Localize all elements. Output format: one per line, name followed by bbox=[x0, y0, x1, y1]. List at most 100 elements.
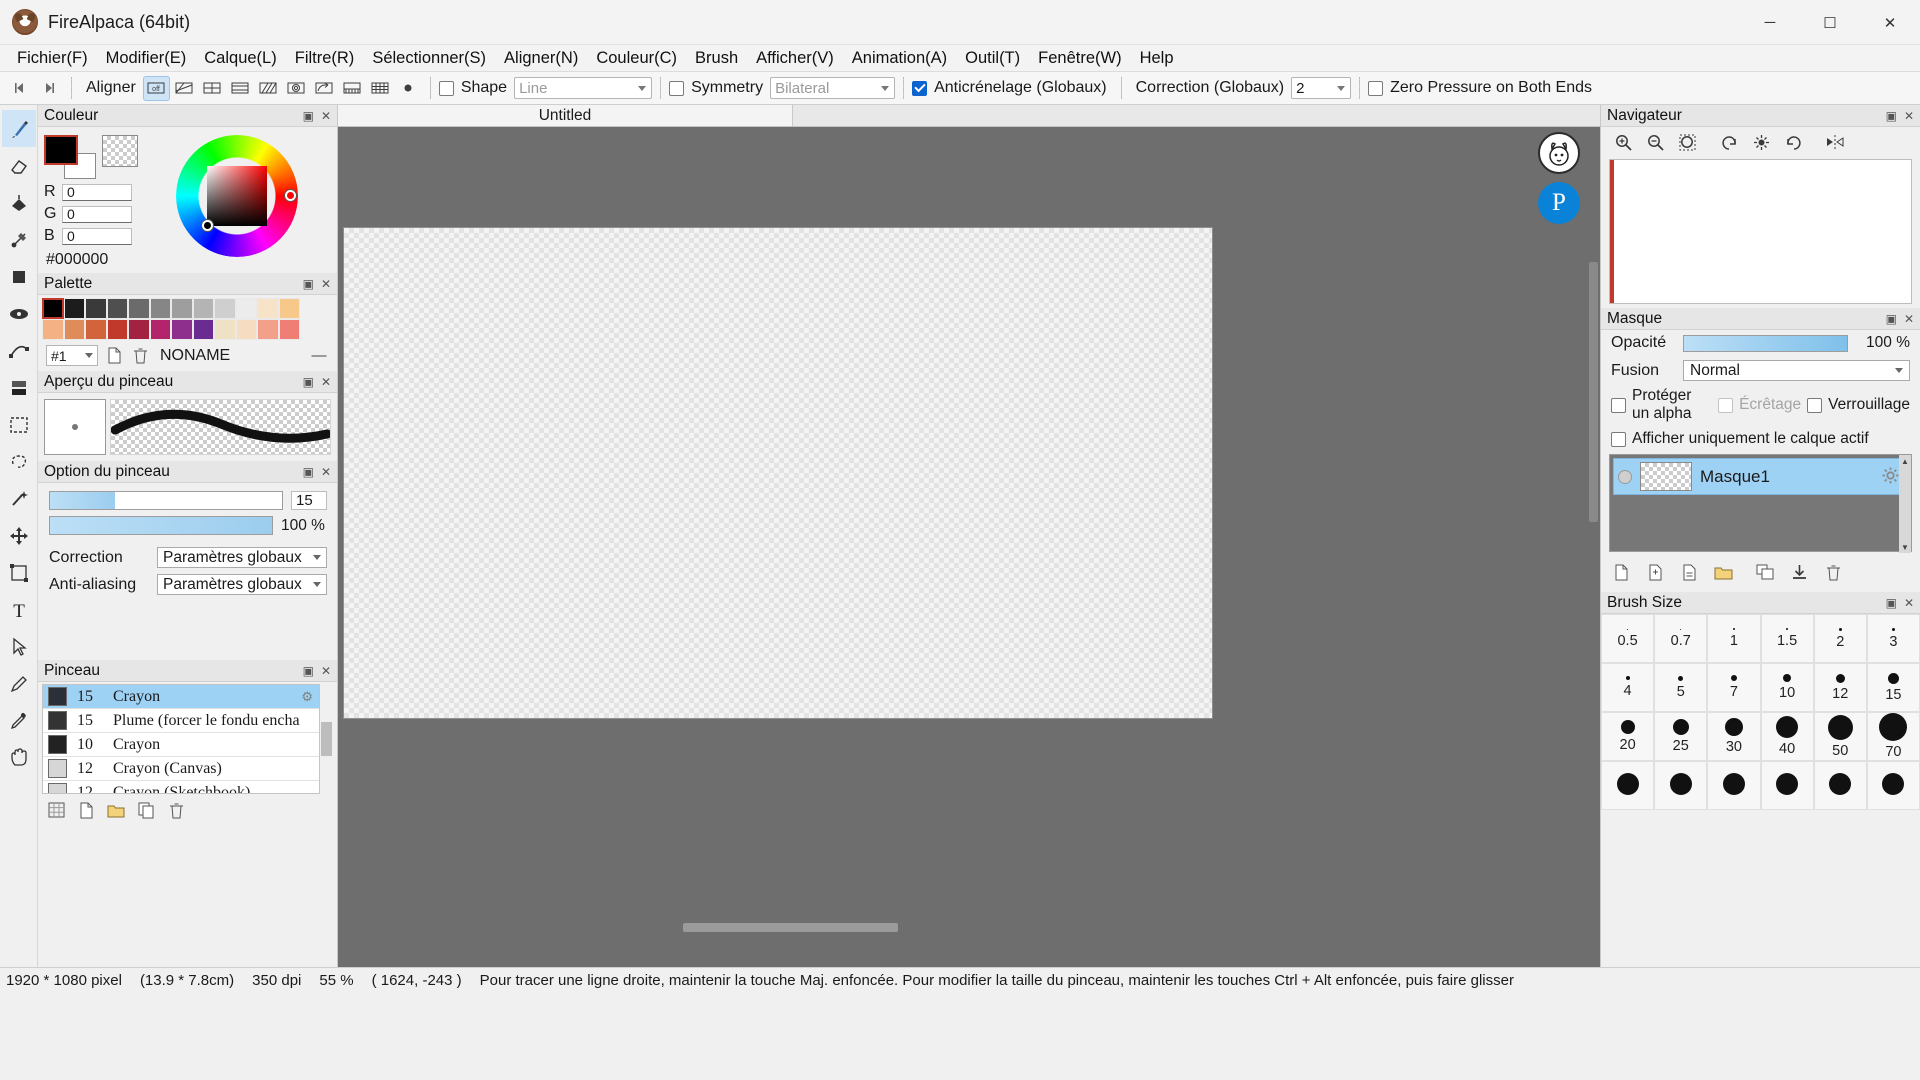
bucket-tool[interactable] bbox=[2, 258, 36, 295]
panel-close-icon[interactable]: ✕ bbox=[321, 664, 331, 678]
gradient-tool[interactable] bbox=[2, 221, 36, 258]
mask-opacity-slider[interactable] bbox=[1683, 334, 1848, 352]
palette-swatch[interactable] bbox=[278, 319, 300, 340]
palette-swatch[interactable] bbox=[235, 298, 257, 319]
lock-checkbox[interactable] bbox=[1807, 397, 1823, 413]
hand-tool[interactable] bbox=[2, 739, 36, 776]
canvas-document[interactable] bbox=[343, 227, 1213, 719]
bezier-tool[interactable] bbox=[2, 332, 36, 369]
document-tab[interactable]: Untitled bbox=[338, 105, 793, 126]
panel-float-icon[interactable]: ▣ bbox=[303, 277, 314, 291]
menu-calque[interactable]: Calque(L) bbox=[195, 46, 285, 71]
move-tool[interactable] bbox=[2, 517, 36, 554]
brush-list-item[interactable]: 12 Crayon (Canvas) bbox=[43, 757, 319, 781]
align-hatch-icon[interactable] bbox=[255, 76, 282, 101]
canvas-stage[interactable]: P bbox=[338, 127, 1600, 939]
panel-float-icon[interactable]: ▣ bbox=[303, 664, 314, 678]
show-active-only-checkbox[interactable] bbox=[1611, 431, 1626, 447]
palette-swatch[interactable] bbox=[149, 298, 171, 319]
flip-icon[interactable] bbox=[1825, 132, 1845, 152]
palette-swatch[interactable] bbox=[192, 298, 214, 319]
brush-size-cell[interactable]: 12 bbox=[1813, 663, 1867, 712]
brush-size-cell[interactable]: 7 bbox=[1707, 663, 1761, 712]
palette-swatch[interactable] bbox=[214, 298, 236, 319]
align-diagonal-icon[interactable] bbox=[171, 76, 198, 101]
menu-modifier[interactable]: Modifier(E) bbox=[97, 46, 196, 71]
color-swatches[interactable] bbox=[44, 135, 96, 179]
transparent-color-swatch[interactable] bbox=[102, 135, 138, 167]
scroll-up-icon[interactable]: ▲ bbox=[1899, 455, 1911, 467]
fit-screen-icon[interactable] bbox=[1677, 132, 1697, 152]
palette-swatch[interactable] bbox=[171, 298, 193, 319]
rotate-right-icon[interactable] bbox=[1783, 132, 1803, 152]
brush-opacity-slider[interactable] bbox=[49, 516, 273, 535]
canvas-area[interactable]: Untitled P bbox=[338, 105, 1600, 967]
more-dash-icon[interactable]: — bbox=[309, 346, 329, 366]
brush-list-scroll-thumb[interactable] bbox=[321, 722, 332, 756]
transform-tool[interactable] bbox=[2, 554, 36, 591]
delete-brush-icon[interactable] bbox=[166, 800, 186, 820]
text-tool[interactable]: T bbox=[2, 591, 36, 628]
maximize-button[interactable]: ☐ bbox=[1800, 0, 1860, 45]
brush-size-cell[interactable]: 0.5 bbox=[1601, 614, 1655, 663]
hue-marker[interactable] bbox=[285, 190, 296, 201]
panel-close-icon[interactable]: ✕ bbox=[1904, 109, 1914, 123]
symmetry-select[interactable]: Bilateral bbox=[770, 77, 896, 99]
layer-tool[interactable] bbox=[2, 369, 36, 406]
brush-size-cell[interactable]: 5 bbox=[1654, 663, 1708, 712]
panel-close-icon[interactable]: ✕ bbox=[321, 375, 331, 389]
palette-swatch[interactable] bbox=[192, 319, 214, 340]
minimize-button[interactable]: ─ bbox=[1740, 0, 1800, 45]
brush-size-cell[interactable] bbox=[1813, 761, 1867, 810]
brush-item-settings-icon[interactable]: ⚙ bbox=[301, 689, 313, 705]
menu-couleur[interactable]: Couleur(C) bbox=[587, 46, 686, 71]
brush-size-cell[interactable] bbox=[1601, 761, 1655, 810]
brush-list[interactable]: 15 Crayon ⚙ 15 Plume (forcer le fondu encha 1… bbox=[42, 684, 320, 794]
palette-swatch[interactable] bbox=[171, 319, 193, 340]
menu-animation[interactable]: Animation(A) bbox=[843, 46, 956, 71]
palette-swatch[interactable] bbox=[214, 319, 236, 340]
blur-tool[interactable] bbox=[2, 295, 36, 332]
brush-size-cell[interactable]: 20 bbox=[1601, 712, 1655, 761]
fill-tool[interactable] bbox=[2, 184, 36, 221]
layer-settings-icon[interactable] bbox=[1882, 467, 1899, 487]
palette-swatch[interactable] bbox=[42, 298, 64, 319]
alpaca-mascot-icon[interactable] bbox=[1538, 132, 1580, 174]
menu-aligner[interactable]: Aligner(N) bbox=[495, 46, 587, 71]
navigator-preview[interactable] bbox=[1609, 159, 1912, 304]
brush-size-value[interactable]: 15 bbox=[291, 491, 327, 510]
layer-row[interactable]: Masque1 bbox=[1613, 458, 1908, 495]
brush-size-cell[interactable]: 50 bbox=[1813, 712, 1867, 761]
align-none-icon[interactable]: off bbox=[142, 75, 170, 101]
new-palette-icon[interactable] bbox=[104, 346, 124, 366]
folder-layer-icon[interactable] bbox=[1713, 562, 1733, 582]
scroll-down-icon[interactable]: ▼ bbox=[1899, 541, 1911, 553]
brush-size-cell[interactable]: 15 bbox=[1866, 663, 1920, 712]
align-cross-icon[interactable] bbox=[199, 76, 226, 101]
next-arrow-icon[interactable] bbox=[35, 76, 63, 101]
delete-layer-icon[interactable] bbox=[1823, 562, 1843, 582]
panel-close-icon[interactable]: ✕ bbox=[1904, 596, 1914, 610]
brush-size-cell[interactable]: 10 bbox=[1760, 663, 1814, 712]
canvas-horizontal-scrollbar[interactable] bbox=[683, 923, 898, 932]
panel-close-icon[interactable]: ✕ bbox=[321, 465, 331, 479]
align-curve-icon[interactable] bbox=[311, 76, 338, 101]
menu-outil[interactable]: Outil(T) bbox=[956, 46, 1029, 71]
panel-float-icon[interactable]: ▣ bbox=[1886, 109, 1897, 123]
brush-size-cell[interactable]: 25 bbox=[1654, 712, 1708, 761]
brush-grid-icon[interactable] bbox=[46, 800, 66, 820]
shape-select[interactable]: Line bbox=[514, 77, 653, 99]
previous-arrow-icon[interactable] bbox=[6, 76, 34, 101]
magic-wand-tool[interactable] bbox=[2, 480, 36, 517]
rotate-left-icon[interactable] bbox=[1719, 132, 1739, 152]
menu-selectionner[interactable]: Sélectionner(S) bbox=[363, 46, 495, 71]
brush-list-item[interactable]: 12 Crayon (Sketchbook) bbox=[43, 781, 319, 793]
brush-size-cell[interactable] bbox=[1866, 761, 1920, 810]
palette-swatch[interactable] bbox=[278, 298, 300, 319]
palette-swatch[interactable] bbox=[128, 319, 150, 340]
panel-close-icon[interactable]: ✕ bbox=[1904, 312, 1914, 326]
brush-size-cell[interactable]: 4 bbox=[1601, 663, 1655, 712]
color-wheel[interactable] bbox=[176, 135, 298, 257]
brush-size-cell[interactable] bbox=[1654, 761, 1708, 810]
zoom-in-icon[interactable] bbox=[1613, 132, 1633, 152]
